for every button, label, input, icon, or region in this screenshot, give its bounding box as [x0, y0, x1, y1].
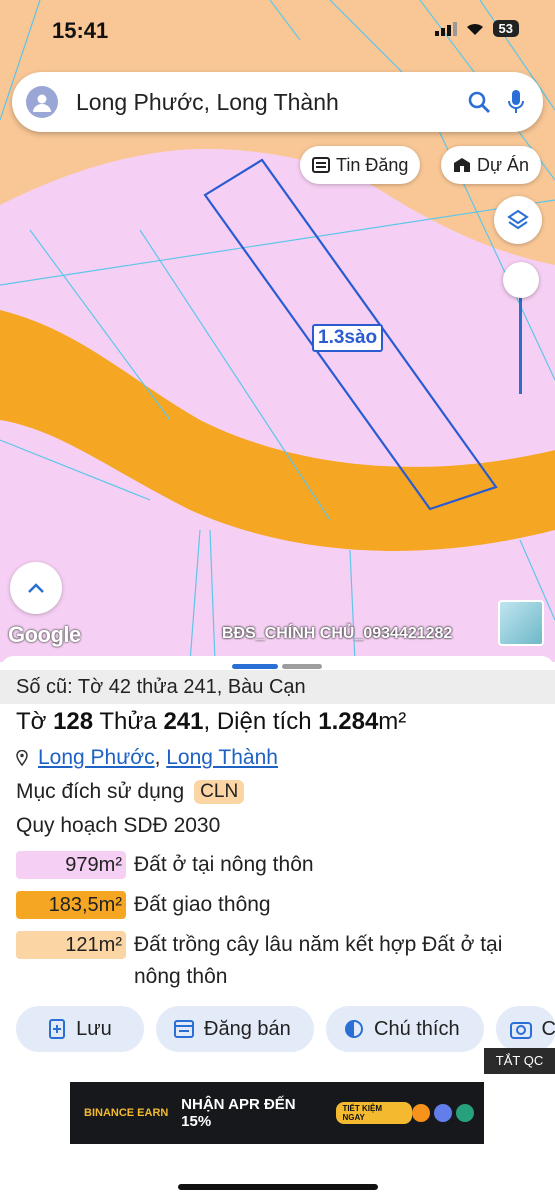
land-use-label: Mục đích sử dụng — [16, 780, 185, 803]
action-bar: Lưu Đăng bán Chú thích C — [16, 1006, 555, 1052]
mic-icon[interactable] — [507, 89, 525, 115]
news-icon — [312, 157, 330, 173]
area-unit: m² — [378, 708, 407, 735]
zone-row: 979m² Đất ở tại nông thôn — [16, 849, 314, 881]
signal-icon — [434, 21, 457, 36]
tin-dang-label: Tin Đăng — [336, 154, 409, 175]
google-logo: Google — [8, 622, 81, 647]
parcel-number: 241 — [163, 708, 204, 735]
coin-icon — [412, 1104, 430, 1122]
parcel-summary: Tờ 128 Thửa 241, Diện tích 1.284m² — [16, 708, 407, 735]
avatar[interactable] — [26, 86, 58, 118]
post-sale-button[interactable]: Đăng bán — [156, 1006, 314, 1052]
zone-row: 183,5m² Đất giao thông — [16, 889, 271, 921]
search-bar[interactable]: Long Phước, Long Thành — [12, 72, 543, 132]
opacity-slider-track[interactable] — [519, 290, 522, 394]
ad-cta[interactable]: TIẾT KIỆM NGAY — [336, 1102, 412, 1124]
legend-icon — [345, 1020, 363, 1038]
chevron-up-icon — [28, 583, 44, 593]
zone-label: Đất trồng cây lâu năm kết hợp Đất ở tại … — [134, 933, 503, 988]
coin-icon — [434, 1104, 452, 1122]
commune-link[interactable]: Long Phước — [38, 746, 155, 769]
tin-dang-button[interactable]: Tin Đăng — [300, 146, 421, 184]
ad-coins — [412, 1104, 474, 1122]
legend-button[interactable]: Chú thích — [326, 1006, 484, 1052]
area-value: 1.284 — [318, 708, 379, 735]
layers-icon — [507, 209, 529, 230]
listing-icon — [174, 1020, 194, 1038]
home-indicator[interactable] — [178, 1184, 378, 1190]
ad-title: NHẬN APR ĐẾN 15% — [181, 1096, 296, 1130]
zone-label: Đất giao thông — [134, 893, 271, 916]
parcel-label: Thửa — [99, 708, 157, 735]
sheet-number: 128 — [53, 708, 94, 735]
ad-banner[interactable]: BINANCE EARN NHẬN APR ĐẾN 15% TIẾT KIỆM … — [70, 1082, 484, 1144]
close-ad-button[interactable]: TẮT QC — [484, 1048, 555, 1074]
legend-label: Chú thích — [374, 1017, 460, 1040]
status-time: 15:41 — [52, 18, 109, 43]
camera-button[interactable]: C — [496, 1006, 555, 1052]
camera-label: C — [541, 1017, 555, 1040]
save-label: Lưu — [76, 1017, 112, 1040]
location-pin-icon — [16, 750, 28, 766]
sheet-handle[interactable] — [282, 664, 322, 669]
area-label: Diện tích — [216, 708, 312, 735]
building-icon — [454, 158, 470, 172]
zone-row: 121m² Đất trồng cây lâu năm kết hợp Đất … — [16, 929, 541, 993]
post-sale-label: Đăng bán — [204, 1017, 291, 1040]
old-parcel-info: Số cũ: Tờ 42 thửa 241, Bàu Cạn — [0, 670, 555, 704]
land-use-row: Mục đích sử dụng CLN — [16, 780, 245, 804]
save-button[interactable]: Lưu — [16, 1006, 144, 1052]
expand-up-button[interactable] — [10, 562, 62, 614]
wifi-icon — [466, 23, 483, 35]
location-row: Long Phước, Long Thành — [16, 746, 278, 770]
user-icon — [33, 94, 51, 112]
plot-area-label: 1.3sào — [312, 324, 384, 352]
du-an-label: Dự Án — [477, 154, 530, 175]
zone-area: 121m² — [16, 931, 126, 959]
satellite-thumbnail[interactable] — [498, 600, 544, 646]
du-an-button[interactable]: Dự Án — [441, 146, 542, 184]
parcel-info-sheet: Số cũ: Tờ 42 thửa 241, Bàu Cạn Tờ 128 Th… — [0, 656, 555, 1200]
zone-area: 979m² — [16, 851, 126, 879]
district-link[interactable]: Long Thành — [166, 746, 278, 769]
battery-indicator: 53 — [492, 20, 519, 37]
camera-icon — [510, 1022, 532, 1039]
opacity-slider-thumb[interactable] — [503, 262, 539, 298]
sheet-handle-active[interactable] — [232, 664, 278, 669]
land-use-badge: CLN — [194, 780, 245, 804]
watermark: BĐS_CHÍNH CHỦ_0934421282 — [222, 625, 453, 642]
layers-button[interactable] — [494, 196, 542, 244]
plan-title: Quy hoạch SDĐ 2030 — [16, 814, 221, 837]
sheet-label: Tờ — [16, 708, 47, 735]
zone-area: 183,5m² — [16, 891, 126, 919]
ad-brand: BINANCE EARN — [84, 1107, 169, 1119]
zone-label: Đất ở tại nông thôn — [134, 853, 314, 876]
search-input[interactable]: Long Phước, Long Thành — [76, 89, 467, 116]
search-icon[interactable] — [467, 90, 491, 114]
bookmark-plus-icon — [49, 1019, 66, 1039]
map-view[interactable]: 15:41 53 Long Phước, Long Thành Tin Đăng… — [0, 0, 555, 662]
status-bar: 15:41 53 — [0, 0, 555, 60]
coin-icon — [456, 1104, 474, 1122]
